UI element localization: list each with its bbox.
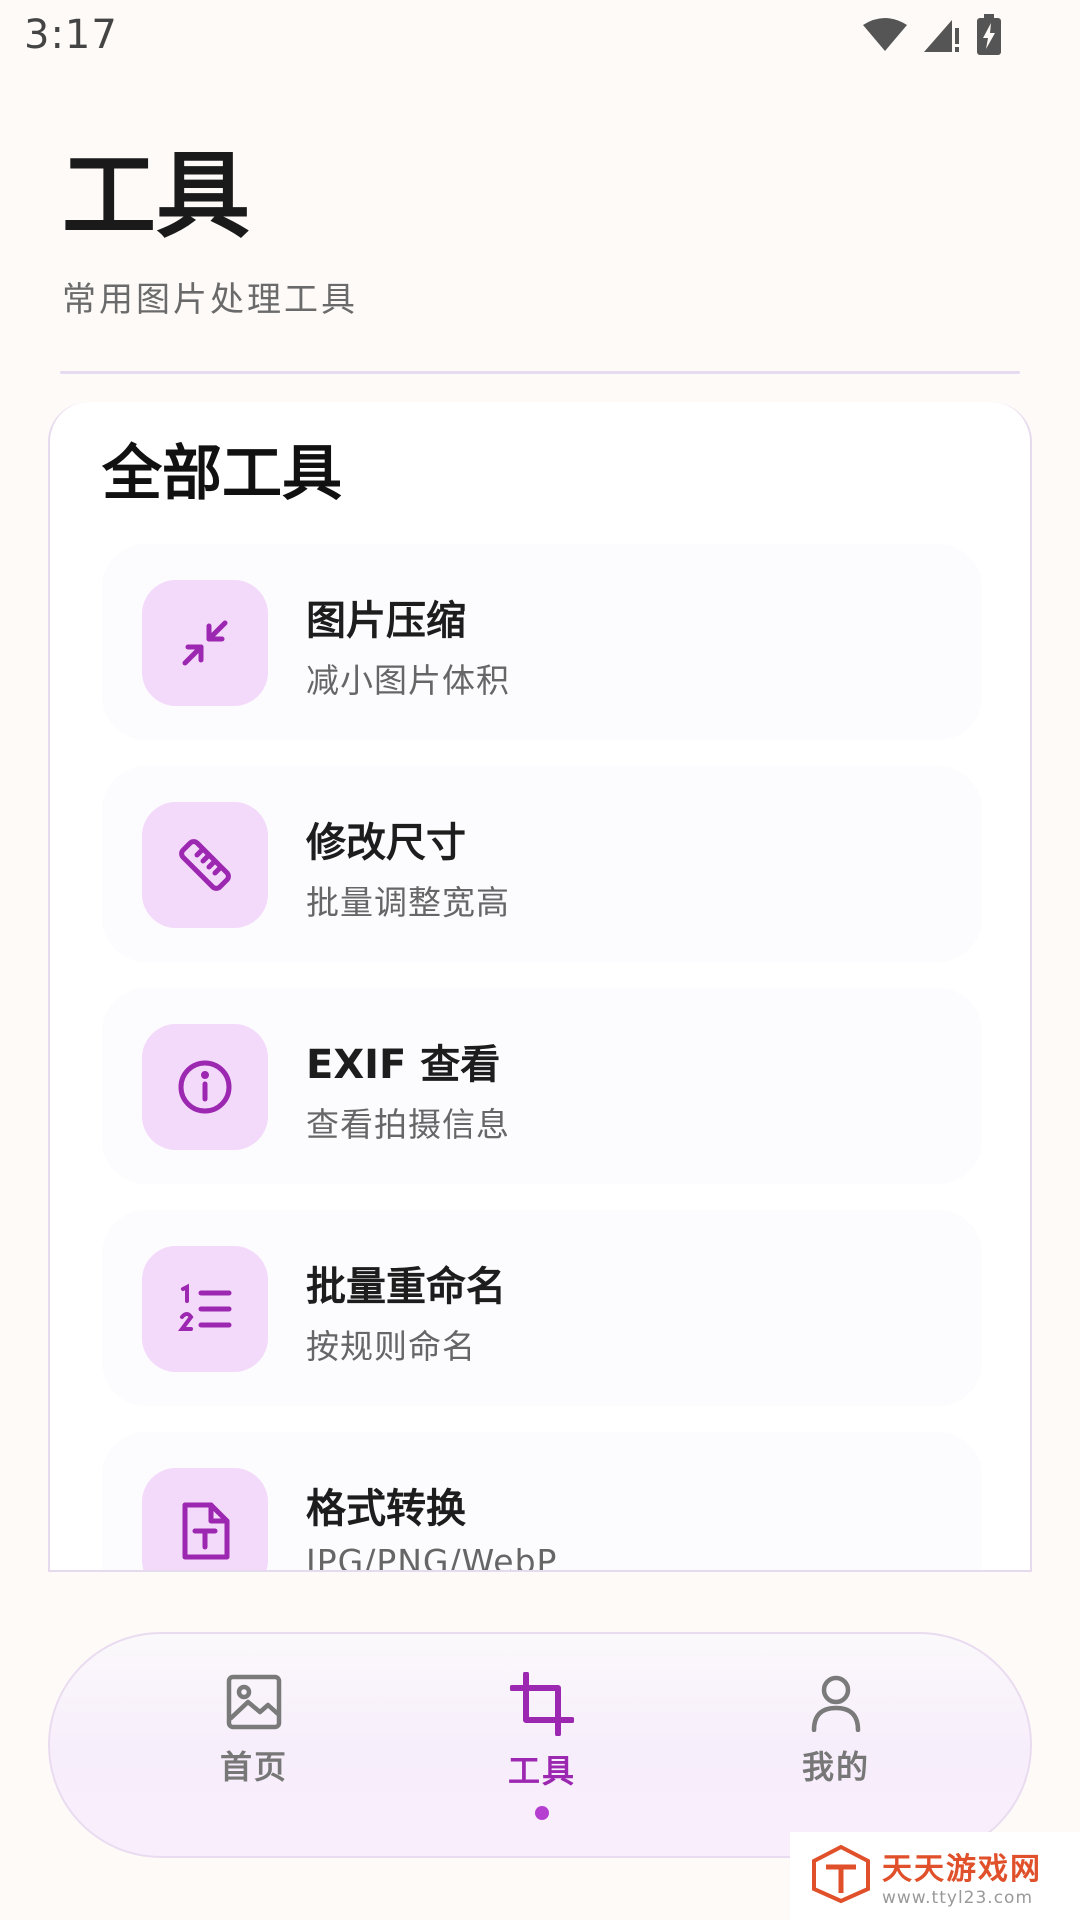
watermark-logo-icon (810, 1843, 872, 1909)
tool-desc: 按规则命名 (306, 1327, 476, 1366)
cell-signal-icon (922, 16, 962, 54)
watermark-title: 天天游戏网 (882, 1852, 1042, 1887)
status-time: 3:17 (24, 12, 118, 58)
nav-label: 工具 (507, 1752, 576, 1790)
tool-item-rename[interactable]: 批量重命名 按规则命名 (102, 1210, 982, 1406)
watermark-url: www.ttyl23.com (882, 1888, 1034, 1908)
tool-item-convert[interactable]: 格式转换 JPG/PNG/WebP (102, 1432, 982, 1572)
tool-name: 批量重命名 (306, 1264, 506, 1310)
crop-icon (509, 1671, 575, 1740)
active-indicator-dot (535, 1806, 549, 1820)
status-bar: 3:17 (0, 0, 1080, 80)
file-text-icon (142, 1468, 268, 1570)
tool-list: 图片压缩 减小图片体积 修改尺寸 批量调整宽高 EXIF 查看 查看拍摄信息 批… (102, 544, 982, 1572)
card-title: 全部工具 (102, 439, 342, 509)
header-divider (60, 371, 1020, 374)
nav-item-mine[interactable]: 我的 (756, 1672, 916, 1788)
page-title: 工具 (62, 142, 251, 251)
tool-desc: JPG/PNG/WebP (306, 1542, 558, 1572)
wifi-icon (862, 17, 908, 53)
tool-name: EXIF 查看 (306, 1042, 501, 1088)
tool-name: 修改尺寸 (306, 820, 466, 866)
ruler-icon (142, 802, 268, 928)
page-subtitle: 常用图片处理工具 (62, 280, 358, 320)
tool-name: 格式转换 (306, 1486, 466, 1532)
tool-item-exif[interactable]: EXIF 查看 查看拍摄信息 (102, 988, 982, 1184)
watermark-text: 天天游戏网 www.ttyl23.com (882, 1844, 1042, 1908)
battery-charging-icon (976, 14, 1002, 56)
nav-label: 首页 (219, 1748, 288, 1786)
watermark: 天天游戏网 www.ttyl23.com (790, 1832, 1080, 1920)
status-icons (862, 14, 1002, 56)
tool-item-resize[interactable]: 修改尺寸 批量调整宽高 (102, 766, 982, 962)
info-icon (142, 1024, 268, 1150)
image-icon (224, 1672, 284, 1736)
tool-name: 图片压缩 (306, 598, 466, 644)
bottom-nav: 首页 工具 我的 (48, 1632, 1032, 1858)
tool-desc: 减小图片体积 (306, 661, 510, 700)
tool-item-compress[interactable]: 图片压缩 减小图片体积 (102, 544, 982, 740)
tool-desc: 批量调整宽高 (306, 883, 510, 922)
app-root: 3:17 工具 常用图片处理工具 全部工具 图片压缩 减小图片体积 修改尺寸 批… (0, 0, 1080, 1920)
tool-desc: 查看拍摄信息 (306, 1105, 510, 1144)
tools-card: 全部工具 图片压缩 减小图片体积 修改尺寸 批量调整宽高 EXIF 查看 查看拍… (48, 402, 1032, 1572)
nav-item-tools[interactable]: 工具 (462, 1671, 622, 1792)
numbered-list-icon (142, 1246, 268, 1372)
nav-label: 我的 (801, 1748, 870, 1786)
person-icon (806, 1672, 866, 1736)
compress-icon (142, 580, 268, 706)
nav-item-home[interactable]: 首页 (174, 1672, 334, 1788)
